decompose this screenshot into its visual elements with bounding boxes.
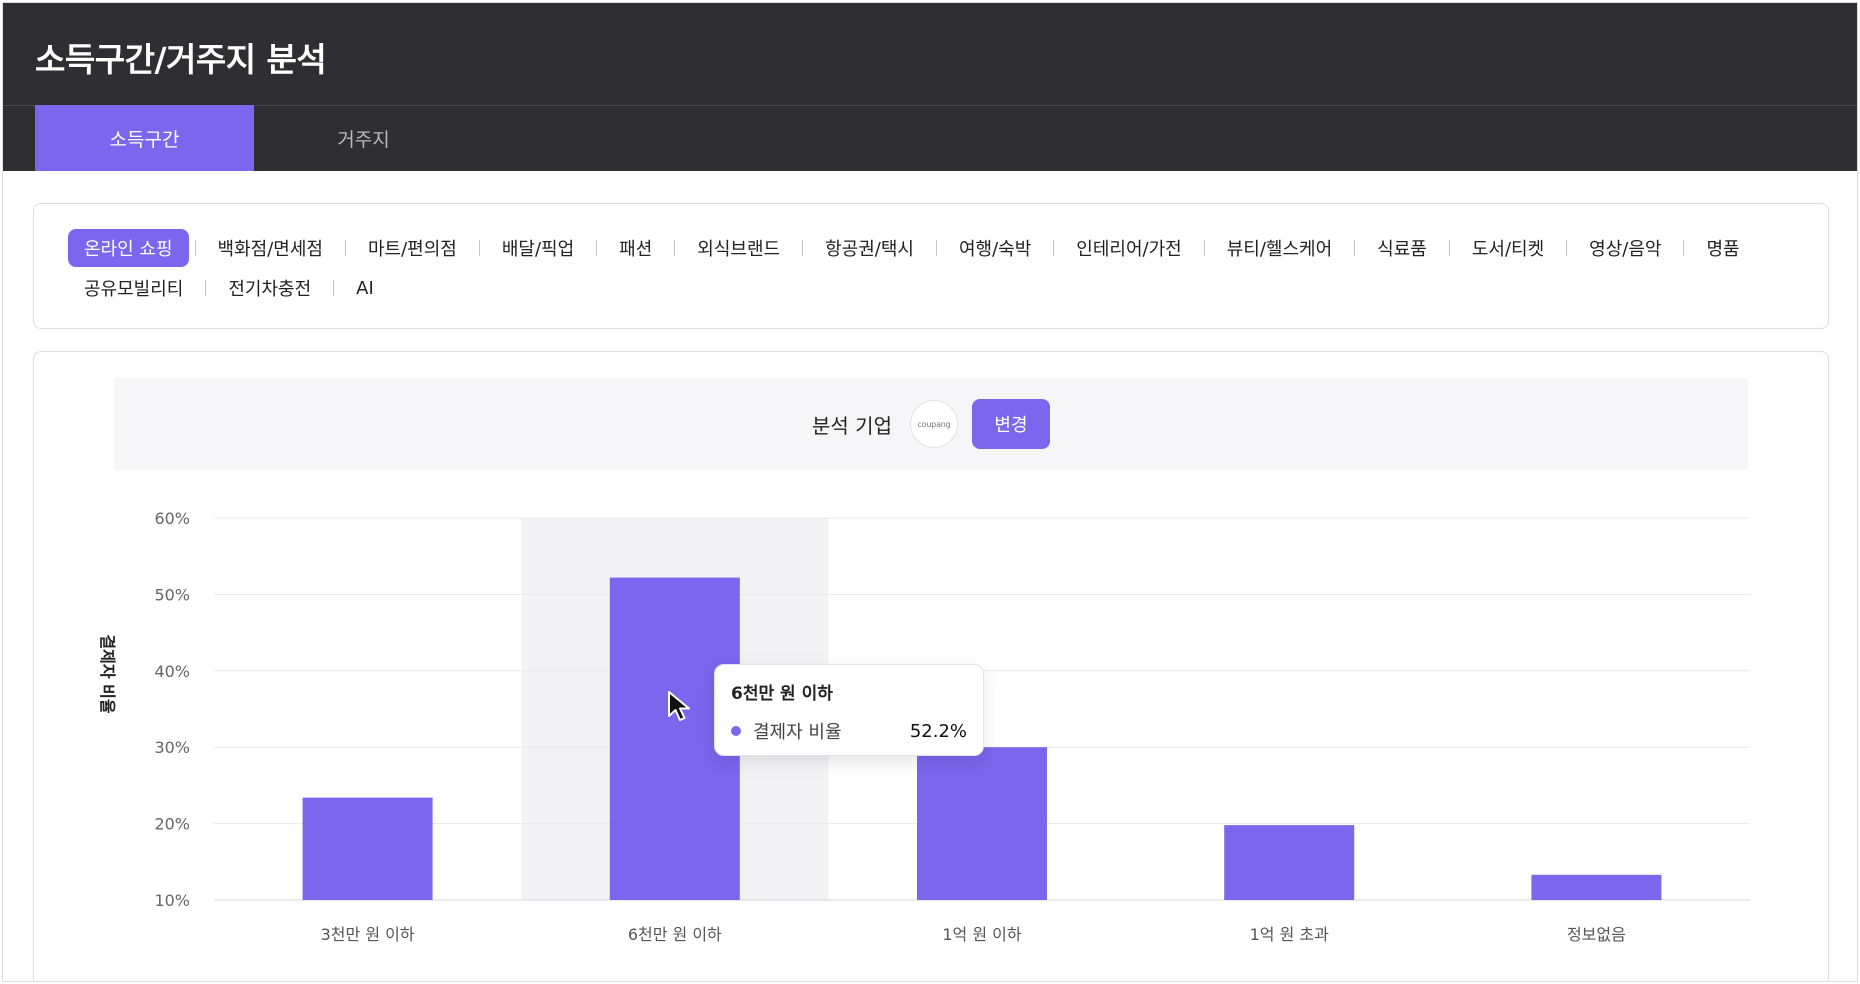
category-tab[interactable]: 백화점/면세점	[202, 229, 339, 267]
category-tab[interactable]: 온라인 쇼핑	[68, 229, 189, 267]
category-separator	[596, 240, 598, 256]
category-tab[interactable]: 항공권/택시	[809, 229, 930, 267]
y-tick-label: 50%	[154, 585, 190, 604]
chart-tooltip: 6천만 원 이하 결제자 비율 52.2%	[714, 664, 984, 756]
category-separator	[478, 240, 480, 256]
category-separator	[1203, 240, 1205, 256]
category-tab[interactable]: 인테리어/가전	[1060, 229, 1197, 267]
tooltip-value: 52.2%	[909, 720, 967, 742]
y-tick-label: 10%	[154, 891, 190, 910]
page-title: 소득구간/거주지 분석	[35, 40, 327, 79]
category-separator	[1354, 240, 1356, 256]
y-tick-label: 40%	[154, 662, 190, 681]
chart-bar	[1224, 825, 1355, 900]
chart-panel: 분석 기업 coupang 변경 10% 20% 30% 40% 50% 60% 결제자 비…	[33, 351, 1829, 981]
category-separator	[344, 240, 346, 256]
y-tick-label: 30%	[154, 738, 190, 757]
chart-bar	[1531, 874, 1662, 900]
tooltip-series-dot	[731, 726, 741, 736]
category-tab[interactable]: 외식브랜드	[681, 229, 796, 267]
category-tab[interactable]: 도서/티켓	[1456, 229, 1560, 267]
category-tab[interactable]: 영상/음악	[1573, 229, 1677, 267]
category-separator	[935, 240, 937, 256]
category-tab[interactable]: 배달/픽업	[486, 229, 590, 267]
x-tick-label: 1억 원 이하	[942, 925, 1022, 944]
y-axis-title: 결제자 비율	[98, 634, 117, 713]
app-frame: 소득구간/거주지 분석 소득구간 거주지 온라인 쇼핑 백화점/면세점 마트/편의점…	[2, 2, 1858, 982]
category-tab[interactable]: 패션	[603, 229, 668, 267]
chart-bar	[917, 747, 1047, 900]
category-separator	[1053, 240, 1055, 256]
chart-bar	[302, 797, 433, 900]
x-tick-label: 정보없음	[1567, 925, 1626, 944]
tooltip-series-name: 결제자 비율	[753, 722, 842, 743]
category-separator	[1566, 240, 1568, 256]
category-separator	[194, 240, 196, 256]
category-filter-panel: 온라인 쇼핑 백화점/면세점 마트/편의점 배달/픽업 패션 외식브랜드 항공권/택시 여행/…	[33, 203, 1829, 329]
mouse-pointer-icon	[668, 691, 690, 721]
tab-residence[interactable]: 거주지	[254, 105, 473, 171]
category-tab[interactable]: 식료품	[1361, 229, 1443, 267]
category-separator	[1683, 240, 1685, 256]
category-tab[interactable]: 뷰티/헬스케어	[1211, 229, 1348, 267]
category-tab[interactable]: 공유모빌리티	[68, 269, 199, 307]
tooltip-row: 결제자 비율 52.2%	[731, 718, 967, 744]
y-tick-label: 20%	[154, 815, 190, 834]
tooltip-title: 6천만 원 이하	[731, 684, 833, 704]
category-tab[interactable]: 마트/편의점	[352, 229, 473, 267]
x-tick-label: 3천만 원 이하	[321, 925, 415, 944]
x-tick-label: 6천만 원 이하	[628, 925, 722, 944]
category-separator	[1448, 240, 1450, 256]
category-tab[interactable]: 명품	[1690, 229, 1755, 267]
page-header: 소득구간/거주지 분석 소득구간 거주지	[3, 3, 1857, 171]
category-separator	[333, 280, 335, 296]
tab-income[interactable]: 소득구간	[35, 105, 254, 171]
category-tab[interactable]: AI	[340, 269, 390, 307]
category-separator	[802, 240, 804, 256]
category-separator	[205, 280, 207, 296]
category-tab[interactable]: 전기차충전	[212, 269, 327, 307]
x-tick-label: 1억 원 초과	[1250, 925, 1330, 944]
category-separator	[674, 240, 676, 256]
category-tab[interactable]: 여행/숙박	[943, 229, 1047, 267]
y-tick-label: 60%	[154, 509, 190, 528]
category-row-1: 온라인 쇼핑 백화점/면세점 마트/편의점 배달/픽업 패션 외식브랜드 항공권/택시 여행/…	[68, 228, 1796, 268]
category-row-2: 공유모빌리티 전기차충전 AI	[68, 268, 1796, 308]
